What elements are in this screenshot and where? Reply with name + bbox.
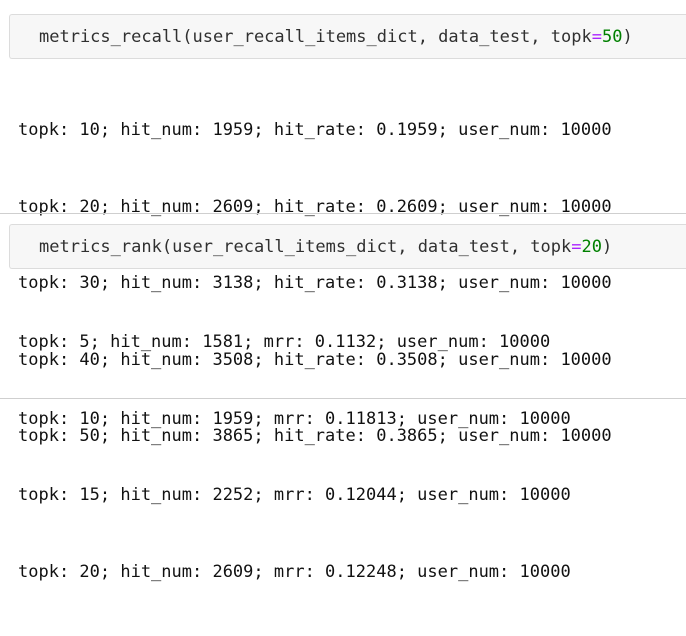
function-name: metrics_recall [39,27,183,47]
operator: = [591,27,602,47]
arguments: (user_recall_items_dict, data_test, topk [161,237,572,257]
code-cell-metrics-rank[interactable]: metrics_rank(user_recall_items_dict, dat… [9,224,686,269]
function-name: metrics_rank [39,237,162,257]
number-literal: 20 [581,237,602,257]
close-paren: ) [622,27,633,47]
code-text[interactable]: metrics_rank(user_recall_items_dict, dat… [39,236,612,258]
notebook: metrics_recall(user_recall_items_dict, d… [0,0,686,582]
operator: = [571,237,582,257]
code-cell-metrics-recall[interactable]: metrics_recall(user_recall_items_dict, d… [9,14,686,59]
arguments: (user_recall_items_dict, data_test, topk [182,27,592,47]
output-line: topk: 10; hit_num: 1959; hit_rate: 0.195… [18,120,612,140]
code-text[interactable]: metrics_recall(user_recall_items_dict, d… [39,26,633,48]
cell-divider [0,213,686,214]
output-line: topk: 20; hit_num: 2609; mrr: 0.12248; u… [18,561,571,582]
close-paren: ) [601,237,613,257]
output-area-rank: topk: 5; hit_num: 1581; mrr: 0.1132; use… [18,279,571,636]
output-line: topk: 10; hit_num: 1959; mrr: 0.11813; u… [18,408,571,429]
cell-divider [0,398,686,399]
output-line: topk: 15; hit_num: 2252; mrr: 0.12044; u… [18,485,571,505]
number-literal: 50 [601,27,623,47]
output-line: topk: 20; hit_num: 2609; hit_rate: 0.260… [18,196,612,217]
output-line: topk: 5; hit_num: 1581; mrr: 0.1132; use… [18,332,551,352]
